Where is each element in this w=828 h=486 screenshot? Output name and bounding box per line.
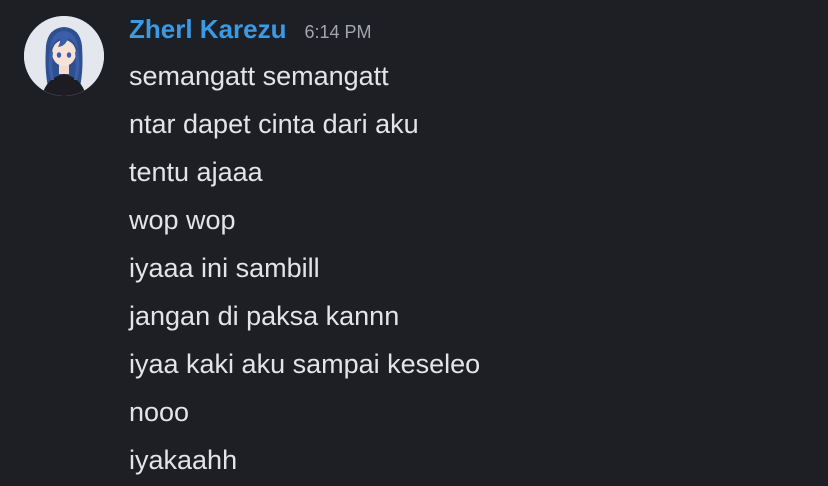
message-text: iyaaa ini sambill <box>129 253 320 283</box>
message-text: jangan di paksa kannn <box>129 301 400 331</box>
message-text: wop wop <box>129 205 236 235</box>
message-text: semangatt semangatt <box>129 61 389 91</box>
message-list: semangatt semangatt ntar dapet cinta dar… <box>129 52 480 484</box>
message-text: nooo <box>129 397 190 427</box>
message-text: tentu ajaaa <box>129 157 263 187</box>
message-group: Zherl Karezu 6:14 PM semangatt semangatt… <box>0 0 828 486</box>
message-text: iyakaahh <box>129 445 238 475</box>
user-avatar-icon <box>24 16 104 96</box>
message-text: ntar dapet cinta dari aku <box>129 109 419 139</box>
message-text: iyaa kaki aku sampai keseleo <box>129 349 481 379</box>
message-header: Zherl Karezu 6:14 PM <box>129 14 372 50</box>
avatar[interactable] <box>24 16 104 96</box>
username[interactable]: Zherl Karezu <box>129 14 287 45</box>
timestamp: 6:14 PM <box>304 22 372 42</box>
